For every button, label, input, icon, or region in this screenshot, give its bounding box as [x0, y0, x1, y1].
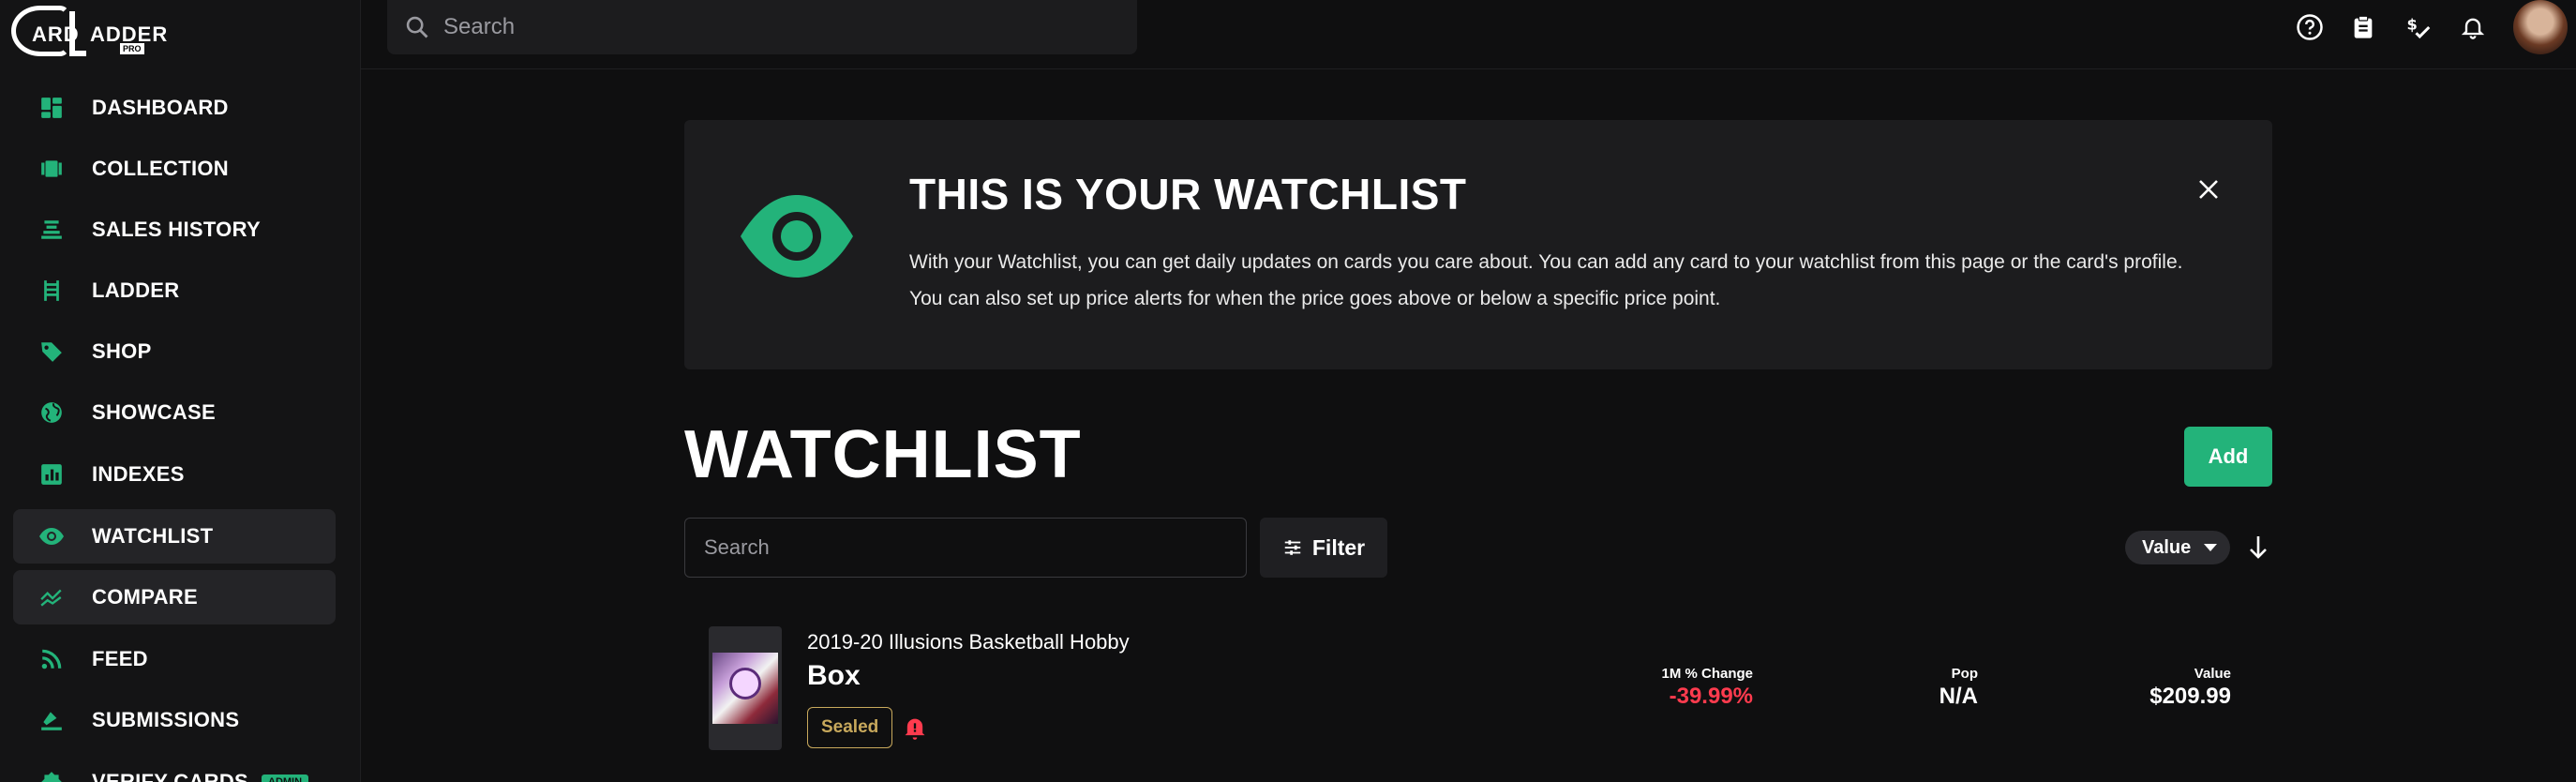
sidebar-item-label: SALES HISTORY: [92, 218, 261, 241]
sidebar-item-label: WATCHLIST: [92, 524, 214, 548]
card-subtitle[interactable]: Box: [807, 660, 861, 692]
sidebar-item-submissions[interactable]: SUBMISSIONS: [13, 693, 336, 747]
sidebar-item-verify-cards[interactable]: VERIFY CARDS ADMIN: [13, 755, 336, 782]
list-item[interactable]: 2019-20 Illusions Basketball Hobby Box S…: [684, 619, 2272, 759]
globe-icon: [37, 399, 66, 427]
sidebar-item-indexes[interactable]: INDEXES: [13, 447, 336, 502]
sidebar: ARD ADDER PRO DASHBOARD COLLECTION SALES…: [0, 0, 361, 782]
sort-value: Value: [2142, 536, 2192, 558]
sealed-badge: Sealed: [807, 707, 893, 748]
sidebar-item-label: SHOP: [92, 339, 152, 363]
price-alert-bell-icon[interactable]: [902, 714, 928, 741]
compare-icon: [37, 583, 66, 611]
close-icon[interactable]: [2192, 173, 2225, 206]
card-ladder-logo[interactable]: ARD ADDER PRO: [11, 4, 167, 60]
watchlist-search-input[interactable]: [704, 535, 1229, 560]
pop-label: Pop: [1951, 666, 1978, 682]
sidebar-item-label: SHOWCASE: [92, 400, 216, 424]
sidebar-item-label: COLLECTION: [92, 157, 229, 180]
page-title: WATCHLIST: [684, 417, 1082, 492]
filter-button[interactable]: Filter: [1260, 518, 1387, 578]
sidebar-item-shop[interactable]: SHOP: [13, 324, 336, 379]
card-thumbnail[interactable]: [709, 626, 782, 750]
logo-l-mark: [69, 11, 86, 56]
sales-history-icon: [37, 216, 66, 244]
sidebar-item-watchlist[interactable]: WATCHLIST: [13, 509, 336, 564]
add-button[interactable]: Add: [2184, 427, 2272, 487]
top-bar: $: [361, 0, 2576, 69]
sidebar-item-label: DASHBOARD: [92, 96, 229, 119]
chart-icon: [37, 460, 66, 489]
pop-value: N/A: [1939, 684, 1978, 709]
dashboard-icon: [37, 94, 66, 122]
sidebar-item-showcase[interactable]: SHOWCASE: [13, 385, 336, 440]
card-image-logo: [729, 668, 761, 699]
app-root: ARD ADDER PRO DASHBOARD COLLECTION SALES…: [0, 0, 2576, 782]
clipboard-icon[interactable]: [2347, 11, 2379, 43]
banner-body: With your Watchlist, you can get daily u…: [909, 251, 2183, 309]
pop-stat: Pop N/A: [1903, 666, 1978, 710]
sort-direction-button[interactable]: [2244, 533, 2272, 563]
bell-icon[interactable]: [2457, 11, 2489, 43]
sidebar-item-label: COMPARE: [92, 585, 198, 609]
filter-icon: [1284, 540, 1301, 555]
sidebar-item-ladder[interactable]: LADDER: [13, 263, 336, 318]
sidebar-item-compare[interactable]: COMPARE: [13, 570, 336, 624]
logo-pro-badge: PRO: [120, 43, 144, 54]
value-label: Value: [2194, 666, 2231, 682]
avatar[interactable]: [2513, 0, 2568, 54]
search-icon: [406, 16, 428, 38]
help-icon[interactable]: [2294, 11, 2326, 43]
svg-text:$: $: [2407, 16, 2418, 34]
change-stat: 1M % Change -39.99%: [1612, 666, 1753, 710]
submissions-icon: [37, 706, 66, 734]
eye-icon: [741, 195, 853, 278]
collection-icon: [37, 155, 66, 183]
watchlist-info-banner: THIS IS YOUR WATCHLIST With your Watchli…: [684, 120, 2272, 369]
arrow-down-icon: [2250, 536, 2267, 559]
eye-icon: [37, 522, 66, 550]
sidebar-item-collection[interactable]: COLLECTION: [13, 142, 336, 196]
sidebar-item-dashboard[interactable]: DASHBOARD: [13, 81, 336, 135]
value-amount: $209.99: [2149, 684, 2231, 709]
tag-icon: [37, 338, 66, 366]
change-label: 1M % Change: [1661, 666, 1753, 682]
sidebar-item-sales-history[interactable]: SALES HISTORY: [13, 203, 336, 257]
sort-select[interactable]: Value: [2125, 531, 2230, 564]
global-search[interactable]: [387, 0, 1137, 54]
value-stat: Value $209.99: [2090, 666, 2231, 710]
rss-icon: [37, 645, 66, 673]
filter-label: Filter: [1311, 534, 1366, 560]
sidebar-item-feed[interactable]: FEED: [13, 632, 336, 686]
change-value: -39.99%: [1669, 684, 1753, 709]
watchlist-search[interactable]: [684, 518, 1247, 578]
ladder-icon: [37, 277, 66, 305]
sidebar-item-label: LADDER: [92, 278, 180, 302]
admin-badge: ADMIN: [262, 774, 309, 782]
card-title[interactable]: 2019-20 Illusions Basketball Hobby: [807, 630, 1130, 654]
global-search-input[interactable]: [443, 14, 1100, 40]
sidebar-item-label: INDEXES: [92, 462, 185, 486]
sidebar-item-label: FEED: [92, 647, 148, 670]
price-check-icon[interactable]: $: [2403, 11, 2434, 43]
sidebar-item-label: VERIFY CARDS: [92, 770, 248, 782]
verify-icon: [37, 768, 66, 782]
sidebar-item-label: SUBMISSIONS: [92, 708, 240, 731]
caret-down-icon: [2204, 544, 2218, 551]
banner-title: THIS IS YOUR WATCHLIST: [909, 170, 1467, 218]
